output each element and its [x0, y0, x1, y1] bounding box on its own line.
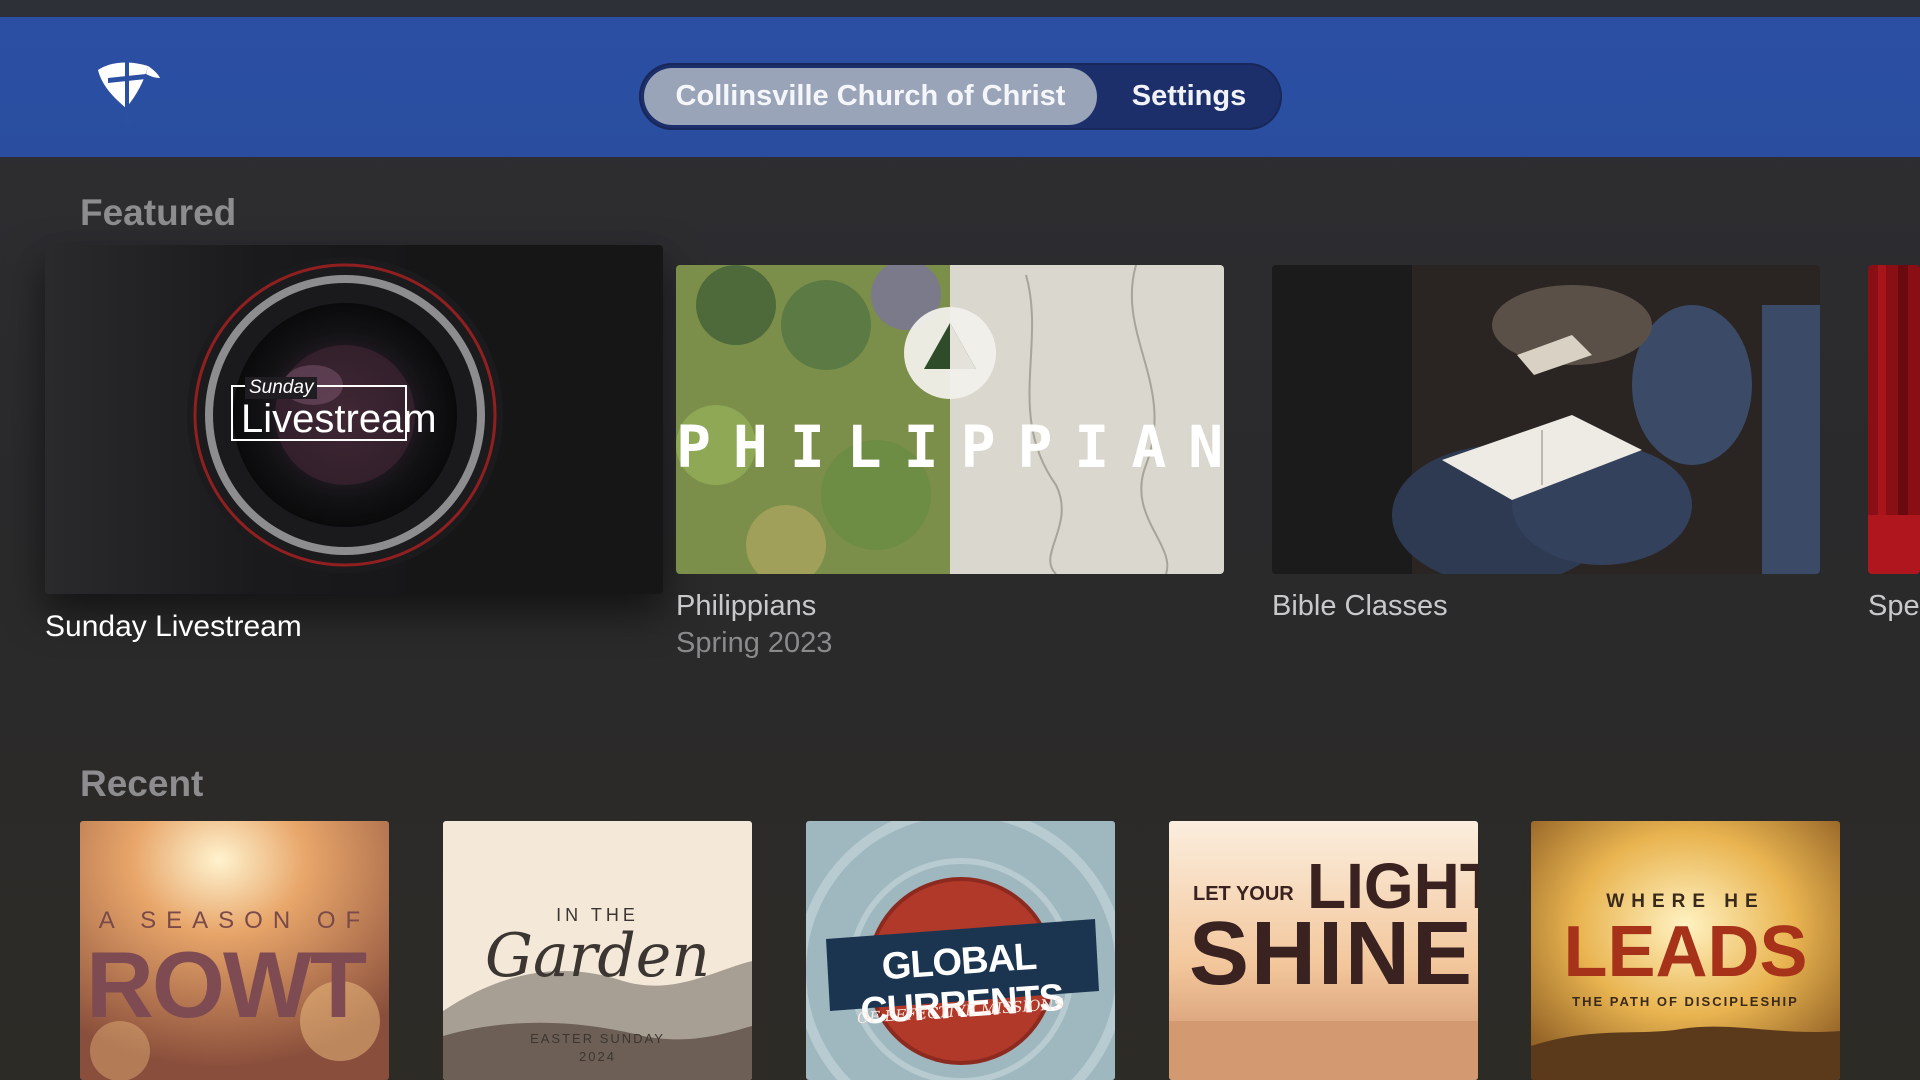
- recent-section-title: Recent: [80, 763, 204, 804]
- featured-card-philippians[interactable]: PHILIPPIANS: [676, 265, 1224, 574]
- featured-card-caption: Spe: [1868, 590, 1920, 622]
- special-artwork: [1868, 265, 1920, 574]
- top-navigation-bar: Collinsville Church of Christ Settings: [0, 17, 1920, 157]
- tile-art-text: LEADS: [1563, 912, 1808, 992]
- tab-collinsville-church[interactable]: Collinsville Church of Christ: [644, 68, 1097, 125]
- featured-card-caption: Sunday Livestream: [45, 610, 302, 643]
- bible-class-photo: [1272, 265, 1820, 574]
- featured-section-title: Featured: [80, 192, 237, 233]
- church-logo-icon: [88, 52, 164, 128]
- featured-card-sunday-livestream[interactable]: Sunday Livestream: [45, 245, 663, 594]
- featured-card-caption: Bible Classes: [1272, 590, 1448, 622]
- recent-item-let-your-light-shine[interactable]: LET YOUR LIGHT SHINE: [1169, 821, 1478, 1080]
- recent-item-in-the-garden[interactable]: IN THE Garden EASTER SUNDAY 2024: [443, 821, 752, 1080]
- main-tab-segment: Collinsville Church of Christ Settings: [639, 63, 1282, 130]
- philippians-art-text: PHILIPPIANS: [676, 413, 1224, 481]
- featured-card-bible-classes[interactable]: [1272, 265, 1820, 574]
- featured-card-caption: Philippians: [676, 590, 817, 622]
- tile-art-text: ROWT: [86, 932, 367, 1037]
- featured-card-partial[interactable]: [1868, 265, 1920, 574]
- tile-art-text: SHINE: [1189, 904, 1475, 1004]
- top-strip: [0, 0, 1920, 17]
- featured-card-subtitle: Spring 2023: [676, 627, 833, 659]
- tab-settings[interactable]: Settings: [1101, 68, 1277, 125]
- recent-item-global-currents[interactable]: GLOBAL CURRENTS OF EFFECTIVE MISSIONS: [806, 821, 1115, 1080]
- tile-art-text: THE PATH OF DISCIPLESHIP: [1572, 994, 1799, 1009]
- livestream-art-small-text: Sunday: [245, 377, 318, 399]
- tile-art-text: 2024: [579, 1049, 616, 1064]
- tile-art-text: WHERE HE: [1606, 891, 1765, 912]
- recent-item-season-of-growth[interactable]: A SEASON OF ROWT: [80, 821, 389, 1080]
- recent-item-where-he-leads[interactable]: WHERE HE LEADS THE PATH OF DISCIPLESHIP: [1531, 821, 1840, 1080]
- tile-art-text: EASTER SUNDAY: [530, 1031, 665, 1046]
- livestream-art-large-text: Livestream: [241, 397, 437, 441]
- tile-art-text: Garden: [485, 921, 710, 991]
